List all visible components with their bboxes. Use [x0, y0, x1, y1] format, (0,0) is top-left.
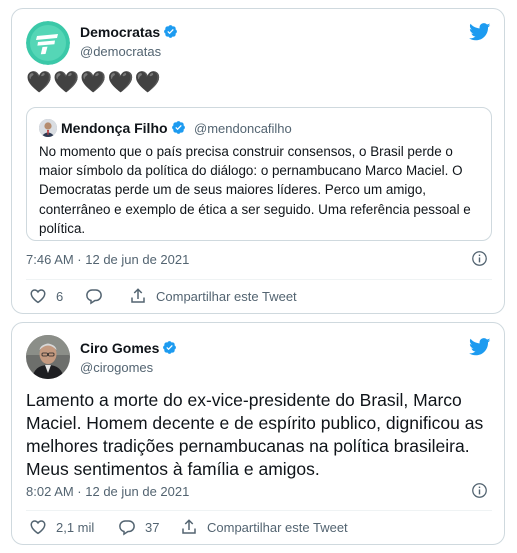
share-button[interactable]: Compartilhar este Tweet: [129, 287, 297, 305]
share-button[interactable]: Compartilhar este Tweet: [180, 518, 348, 536]
quoted-tweet-text: No momento que o país precisa construir …: [39, 144, 471, 236]
reply-bubble-icon: [86, 289, 102, 305]
author-name[interactable]: Ciro Gomes: [80, 340, 159, 356]
like-count: 6: [56, 288, 64, 304]
twitter-bird-icon[interactable]: [469, 23, 491, 41]
reply-button[interactable]: [85, 287, 112, 305]
author-line: Democratas: [80, 24, 178, 42]
avatar-cirogomes[interactable]: [26, 335, 70, 379]
share-label: Compartilhar este Tweet: [156, 288, 297, 304]
like-button[interactable]: 6: [29, 287, 63, 305]
avatar-democratas[interactable]: [26, 21, 70, 65]
author-handle[interactable]: @democratas: [80, 44, 161, 59]
share-icon: [182, 519, 196, 534]
reply-button[interactable]: 37: [118, 518, 159, 536]
reply-bubble-icon: [119, 520, 135, 536]
like-count: 2,1 mil: [56, 519, 95, 535]
quoted-author-name[interactable]: Mendonça Filho: [61, 120, 168, 136]
info-icon[interactable]: [471, 482, 488, 499]
info-icon[interactable]: [471, 250, 488, 267]
verified-badge-icon: [164, 25, 178, 38]
tweet-card-democratas[interactable]: Democratas @democratas 🖤🖤🖤🖤🖤 Mendonça Fi…: [11, 8, 505, 314]
verified-badge-icon: [171, 121, 185, 134]
quoted-author-line: Mendonça Filho @mendoncafilho: [61, 120, 292, 138]
tweet-timestamp[interactable]: 8:02 AM · 12 de jun de 2021: [26, 484, 189, 499]
tweet-timestamp[interactable]: 7:46 AM · 12 de jun de 2021: [26, 252, 189, 267]
tweet-card-cirogomes[interactable]: Ciro Gomes @cirogomes Lamento a morte do…: [11, 322, 505, 545]
divider: [26, 279, 492, 280]
author-handle[interactable]: @cirogomes: [80, 360, 153, 375]
quoted-avatar: [39, 119, 57, 137]
heart-icon: [30, 289, 46, 304]
tweet-text: 🖤🖤🖤🖤🖤: [26, 71, 162, 94]
author-name[interactable]: Democratas: [80, 24, 160, 40]
quoted-author-handle[interactable]: @mendoncafilho: [194, 121, 292, 136]
quoted-tweet[interactable]: Mendonça Filho @mendoncafilho No momento…: [26, 107, 492, 241]
like-button[interactable]: 2,1 mil: [29, 518, 94, 536]
share-icon: [131, 288, 145, 303]
profile-photo: [26, 335, 70, 379]
author-line: Ciro Gomes: [80, 340, 177, 358]
tweet-text: Lamento a morte do ex-vice-presidente do…: [26, 390, 484, 479]
verified-badge-icon: [163, 341, 177, 354]
person-avatar-icon: [39, 119, 57, 137]
democratas-logo: [26, 21, 70, 65]
heart-icon: [30, 520, 46, 535]
reply-count: 37: [145, 519, 160, 535]
twitter-bird-icon[interactable]: [469, 338, 491, 356]
share-label: Compartilhar este Tweet: [207, 519, 348, 535]
divider: [26, 510, 492, 511]
